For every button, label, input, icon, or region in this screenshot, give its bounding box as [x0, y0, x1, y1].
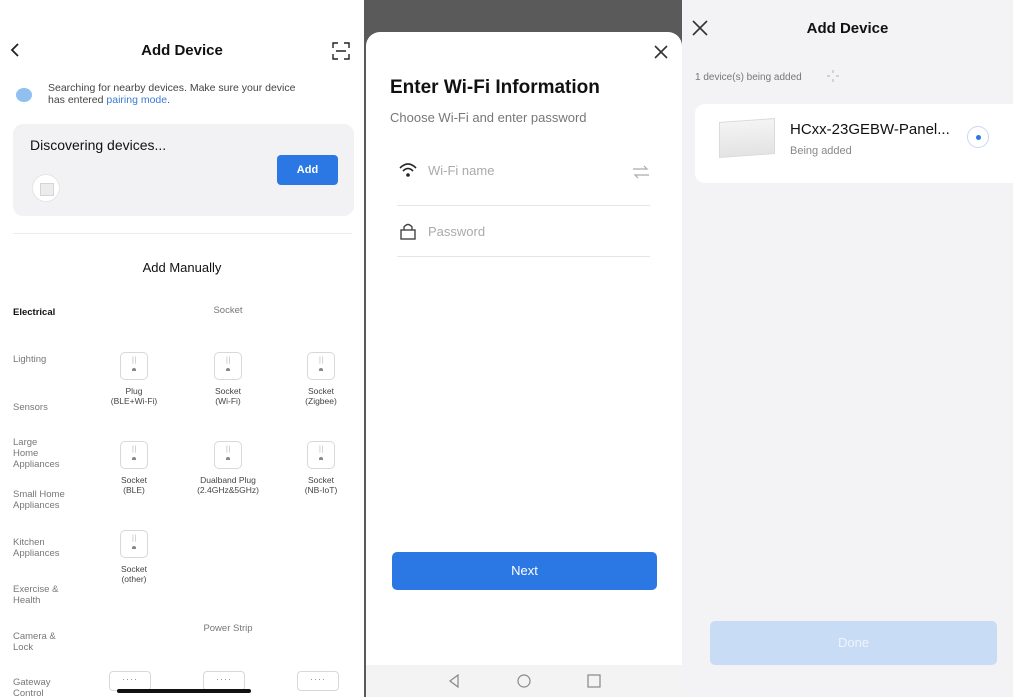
- lock-icon: [400, 223, 416, 240]
- category-electrical[interactable]: Electrical: [13, 307, 55, 318]
- add-discovered-button[interactable]: Add: [277, 155, 338, 185]
- bluetooth-search-icon: [16, 88, 32, 102]
- socket-icon: [120, 530, 148, 558]
- category-lighting[interactable]: Lighting: [13, 354, 46, 365]
- power-strip-icon[interactable]: [297, 671, 339, 691]
- socket-icon: [307, 441, 335, 469]
- category-exercise-health[interactable]: Exercise & Health: [13, 584, 73, 606]
- adding-count: 1 device(s) being added: [695, 72, 802, 83]
- close-icon[interactable]: [651, 42, 671, 62]
- wifi-sheet: Enter Wi-Fi Information Choose Wi-Fi and…: [366, 32, 682, 665]
- category-kitchen-appliances[interactable]: Kitchen Appliances: [13, 537, 73, 559]
- category-sensors[interactable]: Sensors: [13, 402, 48, 413]
- header: Add Device: [0, 32, 364, 72]
- page-title: Add Device: [806, 20, 889, 37]
- socket-icon: [214, 352, 242, 380]
- device-dualband-plug[interactable]: Dualband Plug(2.4GHz&5GHz): [188, 441, 268, 495]
- divider: [13, 233, 352, 234]
- android-nav-bar: [366, 665, 682, 697]
- loading-spinner-icon: [827, 70, 839, 82]
- section-title-power-strip: Power Strip: [203, 623, 253, 634]
- socket-icon: [214, 441, 242, 469]
- panel-heater-icon: [719, 118, 775, 158]
- page-title: Add Device: [141, 42, 223, 59]
- device-name: HCxx-23GEBW-Panel...: [790, 121, 950, 138]
- home-indicator: [117, 689, 251, 693]
- device-socket-other[interactable]: Socket(other): [94, 530, 174, 584]
- wifi-panel: Enter Wi-Fi Information Choose Wi-Fi and…: [364, 0, 682, 697]
- add-manually-title: Add Manually: [142, 260, 222, 275]
- device-socket-zigbee[interactable]: Socket(Zigbee): [281, 352, 361, 406]
- category-camera-lock[interactable]: Camera & Lock: [13, 631, 73, 653]
- password-field-underline: [397, 256, 650, 257]
- wifi-field-underline: [397, 205, 650, 206]
- device-socket-ble[interactable]: Socket(BLE): [94, 441, 174, 495]
- discover-card: Discovering devices... Add: [13, 124, 354, 216]
- device-socket-wifi[interactable]: Socket(Wi-Fi): [188, 352, 268, 406]
- notice-line-2: has entered: [48, 94, 107, 106]
- pairing-mode-link[interactable]: pairing mode: [106, 94, 167, 106]
- category-gateway-control[interactable]: Gateway Control: [13, 677, 73, 697]
- notice-line-1: Searching for nearby devices. Make sure …: [48, 82, 296, 94]
- next-button[interactable]: Next: [392, 552, 657, 590]
- discover-title: Discovering devices...: [30, 137, 167, 153]
- power-strip-icon[interactable]: [203, 671, 245, 691]
- wifi-title: Enter Wi-Fi Information: [390, 77, 600, 98]
- nav-back-icon[interactable]: [446, 673, 462, 689]
- progress-indicator-icon: [967, 126, 989, 148]
- socket-icon: [120, 352, 148, 380]
- category-large-home-appliances[interactable]: Large Home Appliances: [13, 437, 59, 470]
- done-button[interactable]: Done: [710, 621, 997, 665]
- section-title-socket: Socket: [213, 305, 243, 316]
- category-small-home-appliances[interactable]: Small Home Appliances: [13, 489, 83, 511]
- wifi-icon: [399, 163, 417, 177]
- device-socket-nb-iot[interactable]: Socket(NB-IoT): [281, 441, 361, 495]
- power-strip-icon[interactable]: [109, 671, 151, 691]
- device-status: Being added: [790, 145, 852, 157]
- wifi-name-input[interactable]: Wi-Fi name: [428, 163, 494, 178]
- device-card: HCxx-23GEBW-Panel... Being added: [695, 104, 1013, 183]
- adding-panel: Add Device 1 device(s) being added HCxx-…: [682, 0, 1013, 697]
- add-device-panel: Add Device Searching for nearby devices.…: [0, 0, 364, 697]
- search-notice: Searching for nearby devices. Make sure …: [14, 82, 350, 112]
- scan-icon[interactable]: [332, 42, 350, 60]
- wifi-subtitle: Choose Wi-Fi and enter password: [390, 110, 587, 125]
- switch-network-icon[interactable]: [632, 165, 650, 179]
- nav-home-icon[interactable]: [516, 673, 532, 689]
- device-plug-ble-wifi[interactable]: Plug(BLE+Wi-Fi): [94, 352, 174, 406]
- nav-recents-icon[interactable]: [586, 673, 602, 689]
- password-input[interactable]: Password: [428, 224, 485, 239]
- socket-icon: [307, 352, 335, 380]
- socket-icon: [120, 441, 148, 469]
- discovered-device-icon[interactable]: [32, 174, 60, 202]
